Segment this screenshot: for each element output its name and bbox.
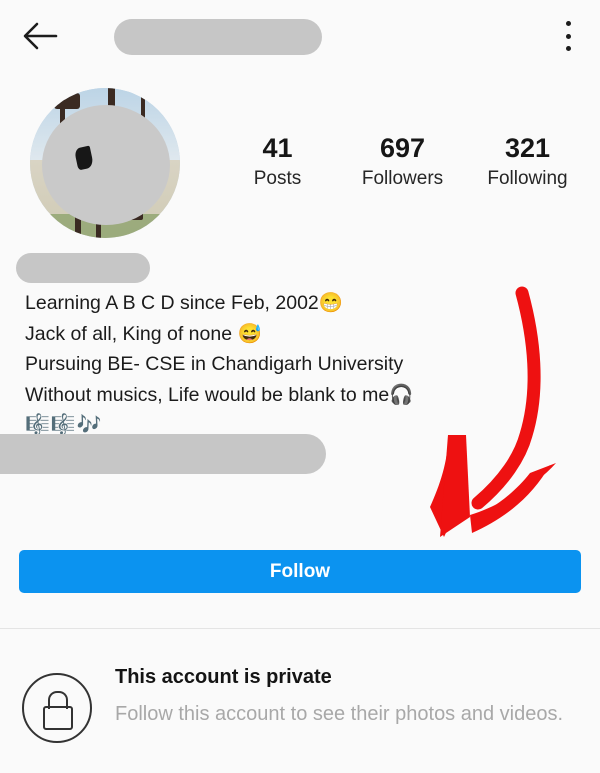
followers-label: Followers [361,168,444,189]
kebab-dot-3 [565,46,571,51]
kebab-dot-1 [565,21,571,26]
back-button[interactable] [18,16,62,56]
bio-link-redaction [0,434,326,474]
lock-icon [22,673,92,743]
private-account-subtitle: Follow this account to see their photos … [115,703,564,725]
options-menu-button[interactable] [556,18,580,54]
following-count: 321 [504,133,551,163]
following-label: Following [487,168,568,189]
top-bar [0,0,600,72]
kebab-dot-2 [565,33,571,39]
profile-bio: Learning A B C D since Feb, 2002😁 Jack o… [25,288,495,441]
stat-followers[interactable]: 697 Followers [340,130,465,192]
username-redaction [114,19,322,55]
private-account-title: This account is private [115,666,332,688]
private-account-notice: This account is private Follow this acco… [0,650,600,770]
full-name-redaction [16,253,150,283]
bio-line-3: Pursuing BE- CSE in Chandigarh Universit… [25,353,404,375]
lock-body [43,706,73,730]
posts-label: Posts [253,168,302,189]
stat-following[interactable]: 321 Following [465,130,590,192]
followers-count: 697 [379,133,426,163]
section-divider [0,628,600,629]
profile-stats: 41 Posts 697 Followers 321 Following [215,130,590,208]
bio-line-4: Without musics, Life would be blank to m… [25,383,414,406]
avatar-photo-detail [54,92,80,109]
arrow-left-icon [23,22,58,50]
posts-count: 41 [262,133,293,163]
bio-line-1: Learning A B C D since Feb, 2002😁 [25,292,344,314]
bio-line-2: Jack of all, King of none 😅 [25,322,262,345]
stat-posts[interactable]: 41 Posts [215,130,340,192]
avatar-redaction [42,105,170,225]
follow-button[interactable]: Follow [19,550,581,593]
